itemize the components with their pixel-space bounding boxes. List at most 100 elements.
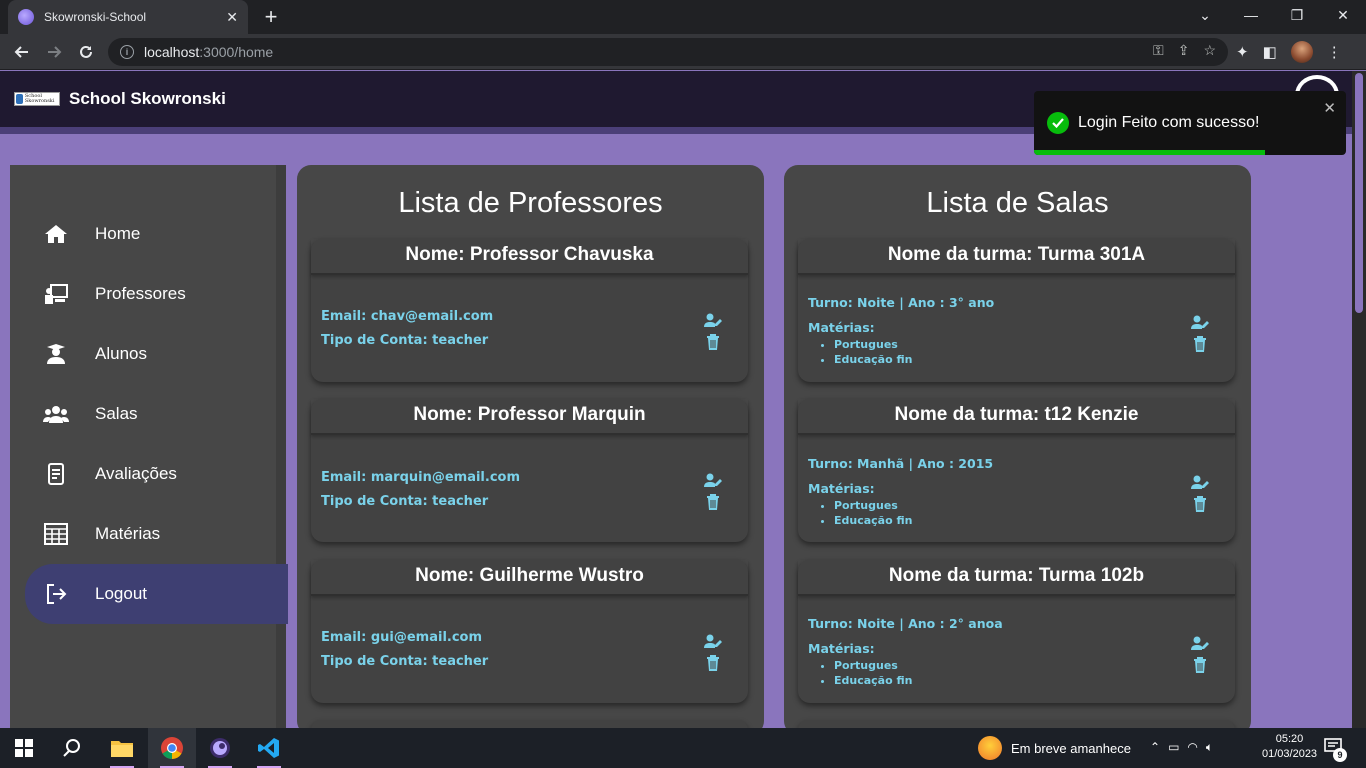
subject-item: Portugues: [834, 498, 1225, 513]
new-tab-button[interactable]: +: [258, 4, 284, 30]
sidebar-item-alunos[interactable]: Alunos: [25, 324, 288, 384]
browser-tab[interactable]: Skowronski-School ✕: [8, 0, 248, 34]
bookmark-star-icon[interactable]: ☆: [1203, 42, 1216, 59]
sidebar-item-logout[interactable]: Logout: [25, 564, 288, 624]
tab-search-icon[interactable]: ⌄: [1182, 0, 1228, 30]
edit-user-icon[interactable]: [1191, 475, 1209, 494]
volume-icon[interactable]: 🔈︎: [1206, 740, 1213, 755]
room-card-actions: [1191, 636, 1209, 678]
profile-avatar[interactable]: [1290, 41, 1313, 63]
trash-icon[interactable]: [706, 655, 720, 676]
trash-icon[interactable]: [1193, 657, 1207, 678]
room-name: Nome da turma: t12 Kenzie: [798, 399, 1235, 435]
teacher-card-actions: [704, 313, 722, 355]
room-subjects-label: Matérias:: [808, 320, 875, 335]
sidebar-item-label: Salas: [95, 404, 138, 423]
teachers-panel: Lista de Professores Nome: Professor Cha…: [297, 165, 764, 740]
wifi-icon[interactable]: ◠: [1187, 740, 1197, 755]
teacher-email: Email: marquin@email.com: [321, 470, 521, 485]
room-card: Nome da turma: Turma 301A Turno: Noite |…: [798, 239, 1235, 382]
trash-icon[interactable]: [706, 334, 720, 355]
search-icon[interactable]: [48, 728, 96, 768]
start-button[interactable]: [0, 728, 48, 768]
browser-menu-icon[interactable]: ⋮: [1327, 43, 1342, 61]
teacher-name: Nome: Professor Marquin: [311, 399, 748, 435]
room-subjects-list: Portugues Educação fin: [834, 337, 1225, 367]
room-shift-year: Turno: Noite | Ano : 2° anoa: [808, 616, 1003, 631]
logout-icon: [43, 581, 69, 607]
weather-widget[interactable]: Em breve amanhece: [978, 736, 1131, 760]
windows-taskbar: Em breve amanhece ⌃ ▭ ◠ 🔈︎ 05:20 01/03/2…: [0, 728, 1366, 768]
toast-message: Login Feito com sucesso!: [1078, 114, 1260, 131]
edit-user-icon[interactable]: [704, 313, 722, 332]
teacher-name: Nome: Guilherme Wustro: [311, 560, 748, 596]
vscode-icon[interactable]: [245, 728, 293, 768]
trash-icon[interactable]: [1193, 336, 1207, 357]
weather-sun-icon: [978, 736, 1002, 760]
system-clock[interactable]: 05:20 01/03/2023: [1262, 732, 1317, 762]
back-icon[interactable]: [10, 40, 34, 64]
teacher-card-body: Email: marquin@email.com Tipo de Conta: …: [311, 435, 748, 519]
room-card-actions: [1191, 315, 1209, 357]
success-toast: Login Feito com sucesso! ✕: [1034, 91, 1346, 155]
sidebar-item-materias[interactable]: Matérias: [25, 504, 288, 564]
scrollbar-thumb[interactable]: [1355, 73, 1363, 313]
reload-icon[interactable]: [74, 40, 98, 64]
room-subjects-label: Matérias:: [808, 641, 875, 656]
site-info-icon[interactable]: i: [120, 45, 134, 59]
teacher-email: Email: chav@email.com: [321, 309, 494, 324]
home-icon: [43, 221, 69, 247]
page-scrollbar[interactable]: [1352, 71, 1366, 728]
sidebar-item-avaliacoes[interactable]: Avaliações: [25, 444, 288, 504]
weather-text: Em breve amanhece: [1011, 740, 1131, 756]
room-card-actions: [1191, 475, 1209, 517]
subject-item: Educação fin: [834, 352, 1225, 367]
teacher-card-actions: [704, 473, 722, 515]
table-icon: [43, 521, 69, 547]
sidebar-item-professores[interactable]: Professores: [25, 264, 288, 324]
subject-item: Portugues: [834, 337, 1225, 352]
close-window-icon[interactable]: ✕: [1320, 0, 1366, 30]
side-panel-icon[interactable]: ◧: [1263, 43, 1277, 61]
key-icon[interactable]: ⚿: [1153, 42, 1164, 59]
file-explorer-icon[interactable]: [98, 728, 146, 768]
address-bar[interactable]: i localhost:3000/home ⚿ ⇪ ☆: [108, 38, 1228, 66]
rooms-panel: Lista de Salas Nome da turma: Turma 301A…: [784, 165, 1251, 740]
minimize-icon[interactable]: —: [1228, 0, 1274, 30]
trash-icon[interactable]: [1193, 496, 1207, 517]
chrome-icon[interactable]: [148, 728, 196, 768]
chalkboard-teacher-icon: [43, 281, 69, 307]
edit-user-icon[interactable]: [704, 634, 722, 653]
app-title: School Skowronski: [69, 89, 226, 108]
tab-close-icon[interactable]: ✕: [226, 9, 238, 26]
teacher-account-type: Tipo de Conta: teacher: [321, 494, 489, 509]
extensions-puzzle-icon[interactable]: ✦: [1236, 43, 1249, 61]
user-graduate-icon: [43, 341, 69, 367]
logo-text: School Skowronski: [24, 93, 55, 104]
edit-user-icon[interactable]: [1191, 636, 1209, 655]
sidebar-item-label: Avaliações: [95, 464, 177, 483]
room-subjects-list: Portugues Educação fin: [834, 498, 1225, 528]
forward-icon[interactable]: [42, 40, 66, 64]
edit-user-icon[interactable]: [704, 473, 722, 492]
chevron-up-icon[interactable]: ⌃: [1150, 740, 1160, 755]
sidebar-item-label: Alunos: [95, 344, 147, 363]
clock-time: 05:20: [1275, 733, 1304, 745]
sidebar-item-salas[interactable]: Salas: [25, 384, 288, 444]
logo-mark-icon: [16, 94, 23, 104]
document-icon: [43, 461, 69, 487]
share-icon[interactable]: ⇪: [1178, 42, 1190, 59]
battery-icon[interactable]: ▭: [1168, 740, 1179, 755]
sidebar-item-home[interactable]: Home: [25, 204, 288, 264]
window-controls: ⌄ — ❐ ✕: [1182, 0, 1366, 34]
notification-count-badge: 9: [1333, 748, 1347, 762]
trash-icon[interactable]: [706, 494, 720, 515]
restore-icon[interactable]: ❐: [1274, 0, 1320, 30]
system-tray: ⌃ ▭ ◠ 🔈︎: [1150, 740, 1213, 755]
sidebar-item-label: Logout: [95, 584, 147, 603]
app-circle-icon[interactable]: [196, 728, 244, 768]
toast-close-icon[interactable]: ✕: [1323, 99, 1336, 117]
browser-extensions: ✦ ◧ ⋮: [1236, 41, 1342, 63]
edit-user-icon[interactable]: [1191, 315, 1209, 334]
room-name: Nome da turma: Turma 102b: [798, 560, 1235, 596]
